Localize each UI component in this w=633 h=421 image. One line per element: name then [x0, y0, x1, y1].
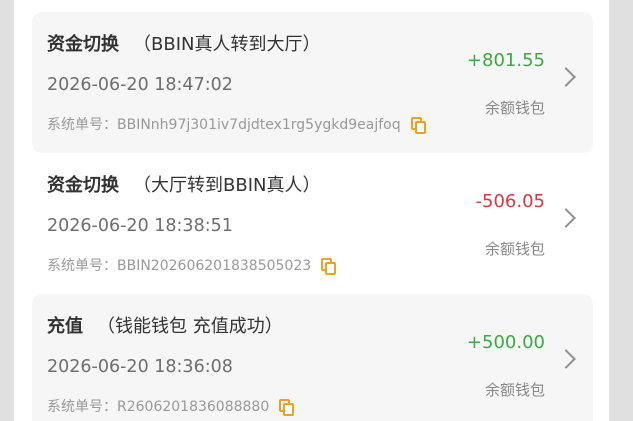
record-amount: +801.55 — [466, 50, 545, 71]
record-wallet: 余额钱包 — [484, 99, 545, 117]
copy-icon[interactable] — [410, 117, 426, 134]
record-wallet: 余额钱包 — [484, 381, 545, 399]
order-number-row: 系统单号：BBINnh97j301iv7djdtex1rg5ygkd9eajfo… — [47, 114, 426, 134]
record-type: 资金切换 — [47, 175, 119, 196]
order-number: BBIN202606201838505023 — [117, 258, 312, 274]
order-label: 系统单号： — [47, 399, 117, 415]
transaction-record[interactable]: 资金切换 （BBIN真人转到大厅） 2026-06-20 18:47:02 系统单… — [32, 12, 593, 153]
record-title-row: 资金切换 （大厅转到BBIN真人） — [47, 171, 320, 197]
order-number-row: 系统单号：BBIN202606201838505023 — [47, 255, 337, 275]
record-title-row: 资金切换 （BBIN真人转到大厅） — [47, 30, 320, 56]
record-time: 2026-06-20 18:47:02 — [47, 75, 233, 95]
order-label: 系统单号： — [47, 117, 117, 133]
record-time: 2026-06-20 18:38:51 — [47, 216, 233, 236]
left-backdrop — [0, 0, 14, 421]
record-wallet: 余额钱包 — [484, 240, 545, 258]
right-backdrop — [609, 0, 633, 421]
order-number-row: 系统单号：R2606201836088880 — [47, 396, 295, 416]
transaction-list: 资金切换 （BBIN真人转到大厅） 2026-06-20 18:47:02 系统单… — [14, 0, 609, 421]
order-number: R2606201836088880 — [117, 399, 270, 415]
record-description: （BBIN真人转到大厅） — [133, 34, 321, 55]
record-title-row: 充值 （钱能钱包 充值成功） — [47, 312, 283, 338]
record-description: （钱能钱包 充值成功） — [97, 316, 283, 337]
record-amount: -506.05 — [475, 191, 545, 212]
copy-icon[interactable] — [279, 399, 295, 416]
record-description: （大厅转到BBIN真人） — [133, 175, 321, 196]
copy-icon[interactable] — [321, 258, 337, 275]
order-label: 系统单号： — [47, 258, 117, 274]
record-type: 资金切换 — [47, 34, 119, 55]
chevron-right-icon[interactable] — [556, 349, 576, 369]
chevron-right-icon[interactable] — [556, 208, 576, 228]
order-number: BBINnh97j301iv7djdtex1rg5ygkd9eajfoq — [117, 117, 401, 133]
transaction-record[interactable]: 资金切换 （大厅转到BBIN真人） 2026-06-20 18:38:51 系统单… — [32, 153, 593, 294]
record-time: 2026-06-20 18:36:08 — [47, 357, 233, 377]
record-amount: +500.00 — [466, 332, 545, 353]
transaction-record[interactable]: 充值 （钱能钱包 充值成功） 2026-06-20 18:36:08 系统单号：R… — [32, 294, 593, 421]
screen: 资金切换 （BBIN真人转到大厅） 2026-06-20 18:47:02 系统单… — [0, 0, 633, 421]
record-type: 充值 — [47, 316, 83, 337]
chevron-right-icon[interactable] — [556, 67, 576, 87]
